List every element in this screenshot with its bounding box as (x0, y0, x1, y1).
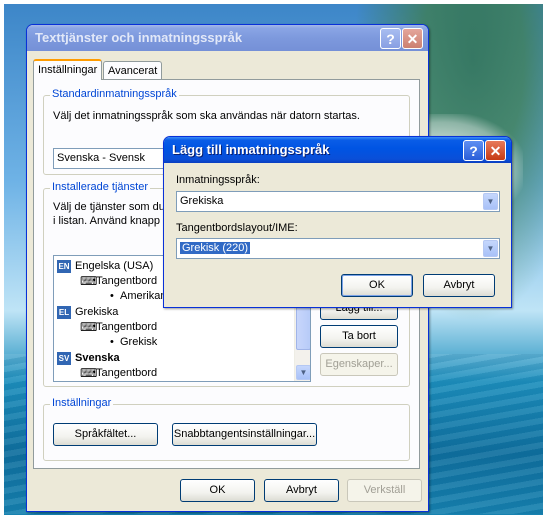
installed-services-description-2: i listan. Använd knapp (53, 215, 161, 227)
list-item[interactable]: Tangentbord (96, 275, 157, 287)
add-dialog-cancel-button[interactable]: Avbryt (423, 274, 495, 297)
default-language-label: Standardinmatningsspråk (50, 88, 179, 100)
ok-button[interactable]: OK (180, 479, 255, 502)
bullet-icon: • (110, 336, 114, 348)
add-dialog-titlebar[interactable]: Lägg till inmatningsspråk ? ✕ (164, 137, 511, 163)
en-flag-icon: EN (57, 260, 71, 273)
hotkey-settings-button[interactable]: Snabbtangentsinställningar... (172, 423, 317, 446)
chevron-down-icon[interactable]: ▼ (483, 193, 498, 210)
main-title: Texttjänster och inmatningsspråk (35, 30, 243, 45)
language-bar-button[interactable]: Språkfältet... (53, 423, 158, 446)
keyboard-icon: ⌨ (80, 366, 98, 380)
list-item[interactable]: Grekisk (120, 336, 157, 348)
keyboard-icon: ⌨ (80, 274, 98, 288)
apply-button[interactable]: Verkställ (347, 479, 422, 502)
help-icon[interactable]: ? (463, 140, 484, 161)
scroll-down-icon[interactable]: ▼ (296, 365, 310, 380)
keyboard-layout-label: Tangentbordslayout/IME: (176, 222, 298, 234)
el-flag-icon: EL (57, 306, 71, 319)
installed-services-description-1: Välj de tjänster som du (53, 201, 165, 213)
list-item[interactable]: Engelska (USA) (75, 260, 153, 272)
default-language-description: Välj det inmatningsspråk som ska använda… (53, 110, 360, 122)
installed-services-label: Installerade tjänster (50, 181, 150, 193)
list-item[interactable]: Grekiska (75, 306, 118, 318)
remove-button[interactable]: Ta bort (320, 325, 398, 348)
chevron-down-icon[interactable]: ▼ (483, 240, 498, 257)
properties-button[interactable]: Egenskaper... (320, 353, 398, 376)
help-icon[interactable]: ? (380, 28, 401, 49)
list-item[interactable]: Tangentbord (96, 367, 157, 379)
tab-advanced[interactable]: Avancerat (103, 61, 163, 80)
settings-group: Inställningar Språkfältet... Snabbtangen… (43, 397, 410, 461)
input-language-label: Inmatningsspråk: (176, 174, 260, 186)
list-item[interactable]: Tangentbord (96, 321, 157, 333)
default-language-value: Svenska - Svensk (57, 152, 146, 164)
settings-group-label: Inställningar (50, 397, 114, 409)
close-icon[interactable]: ✕ (402, 28, 423, 49)
list-item[interactable]: Svenska (75, 352, 120, 364)
tab-settings[interactable]: Inställningar (33, 59, 103, 80)
keyboard-icon: ⌨ (80, 320, 98, 334)
add-language-dialog: Lägg till inmatningsspråk ? ✕ Inmatnings… (163, 136, 512, 308)
main-titlebar[interactable]: Texttjänster och inmatningsspråk ? ✕ (27, 25, 428, 51)
cancel-button[interactable]: Avbryt (264, 479, 339, 502)
input-language-value: Grekiska (180, 195, 224, 207)
list-item[interactable]: Amerikan (120, 290, 166, 302)
add-dialog-ok-button[interactable]: OK (341, 274, 413, 297)
keyboard-layout-value: Grekisk (220) (180, 242, 251, 254)
input-language-select[interactable]: Grekiska ▼ (176, 191, 500, 212)
default-language-select[interactable]: Svenska - Svensk (53, 148, 173, 169)
add-dialog-title: Lägg till inmatningsspråk (172, 142, 330, 157)
sv-flag-icon: SV (57, 352, 71, 365)
bullet-icon: • (110, 290, 114, 302)
close-icon[interactable]: ✕ (485, 140, 506, 161)
keyboard-layout-select[interactable]: Grekisk (220) ▼ (176, 238, 500, 259)
